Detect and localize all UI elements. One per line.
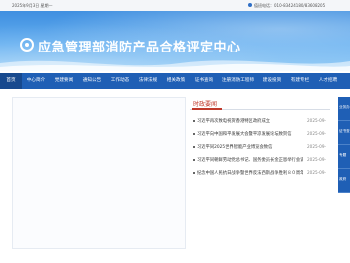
news-headline[interactable]: 习近平同2025世界智能产业博览会致信 — [197, 144, 303, 150]
site-title[interactable]: 应急管理部消防产品合格评定中心 — [38, 37, 248, 52]
sidebar-item-label: 业务办 — [339, 105, 350, 109]
list-item[interactable]: 习近平再次致电祝贺香港特区政府成立 2025-09- — [190, 115, 330, 128]
news-section: 时政要闻 习近平再次致电祝贺香港特区政府成立 2025-09- 习近平向中国和平… — [190, 97, 330, 247]
site-banner: 应急管理部消防产品合格评定中心 — [0, 11, 350, 71]
bullet-icon — [193, 146, 195, 148]
nav-item-investment[interactable]: 建设投资 — [258, 73, 286, 89]
news-headline[interactable]: 习近平再次致电祝贺香港特区政府成立 — [197, 118, 303, 124]
nav-item-party-news[interactable]: 党建要闻 — [50, 73, 78, 89]
news-date: 2025-09- — [307, 144, 327, 149]
sidebar-item-business[interactable]: 业务办 — [338, 97, 350, 121]
nav-item-home[interactable]: 首页 — [0, 73, 22, 89]
bullet-icon — [193, 159, 195, 161]
sidebar-item-label: 政府 — [339, 177, 347, 181]
nav-item-notices[interactable]: 通知公告 — [78, 73, 106, 89]
sidebar-item-government[interactable]: 政府 — [338, 169, 350, 193]
bullet-icon — [193, 133, 195, 135]
bullet-icon — [193, 172, 195, 174]
news-list: 习近平再次致电祝贺香港特区政府成立 2025-09- 习近平向中国和平发展大会暨… — [190, 115, 330, 180]
slideshow-panel[interactable] — [12, 97, 186, 249]
news-header: 时政要闻 — [190, 97, 330, 110]
nav-item-special-column[interactable]: 有建专栏 — [286, 73, 314, 89]
nav-item-certificate-query[interactable]: 证书查询 — [190, 73, 218, 89]
bullet-icon — [193, 120, 195, 122]
list-item[interactable]: 习近平同2025世界智能产业博览会致信 2025-09- — [190, 141, 330, 154]
duty-phone: 值班电话：010-83424180/83608205 — [254, 3, 326, 8]
nav-item-about[interactable]: 中心简介 — [22, 73, 50, 89]
news-date: 2025-09- — [307, 131, 327, 136]
list-item[interactable]: 习近平同朝鲜劳动党总书记、国务委员长金正恩举行会谈 2025-09- — [190, 154, 330, 167]
nav-item-work-updates[interactable]: 工作动态 — [106, 73, 134, 89]
news-headline[interactable]: 习近平向中国和平发展大会暨平凉发展论坛致贺信 — [197, 131, 303, 137]
nav-item-laws[interactable]: 法律法规 — [134, 73, 162, 89]
sidebar-item-certificate[interactable]: 证书查 — [338, 121, 350, 145]
site-logo-icon[interactable] — [20, 38, 34, 52]
nav-item-policies[interactable]: 相关政策 — [162, 73, 190, 89]
news-date: 2025-09- — [307, 170, 327, 175]
news-headline[interactable]: 纪念中国人民抗日战争暨世界反法西斯战争胜利８０周年 — [197, 170, 303, 176]
main-nav: 首页 中心简介 党建要闻 通知公告 工作动态 法律法规 相关政策 证书查询 注册… — [0, 73, 350, 89]
news-section-title[interactable]: 时政要闻 — [193, 99, 217, 108]
nav-item-recruitment[interactable]: 人才招聘 — [314, 73, 342, 89]
list-item[interactable]: 习近平向中国和平发展大会暨平凉发展论坛致贺信 2025-09- — [190, 128, 330, 141]
news-headline[interactable]: 习近平同朝鲜劳动党总书记、国务委员长金正恩举行会谈 — [197, 157, 303, 163]
sidebar-item-label: 证书查 — [339, 129, 350, 133]
sidebar-item-label: 专题 — [339, 153, 347, 157]
nav-item-fire-engineer[interactable]: 注册消防工程师 — [218, 73, 258, 89]
current-date: 2025年9月3日 星期一 — [12, 3, 53, 8]
news-title-underline — [192, 108, 222, 110]
phone-icon — [248, 3, 252, 7]
banner-wave — [0, 60, 350, 71]
news-date: 2025-09- — [307, 118, 327, 123]
list-item[interactable]: 纪念中国人民抗日战争暨世界反法西斯战争胜利８０周年 2025-09- — [190, 167, 330, 180]
sidebar-item-topics[interactable]: 专题 — [338, 145, 350, 169]
floating-sidebar: 业务办 证书查 专题 政府 — [338, 97, 350, 193]
news-date: 2025-09- — [307, 157, 327, 162]
